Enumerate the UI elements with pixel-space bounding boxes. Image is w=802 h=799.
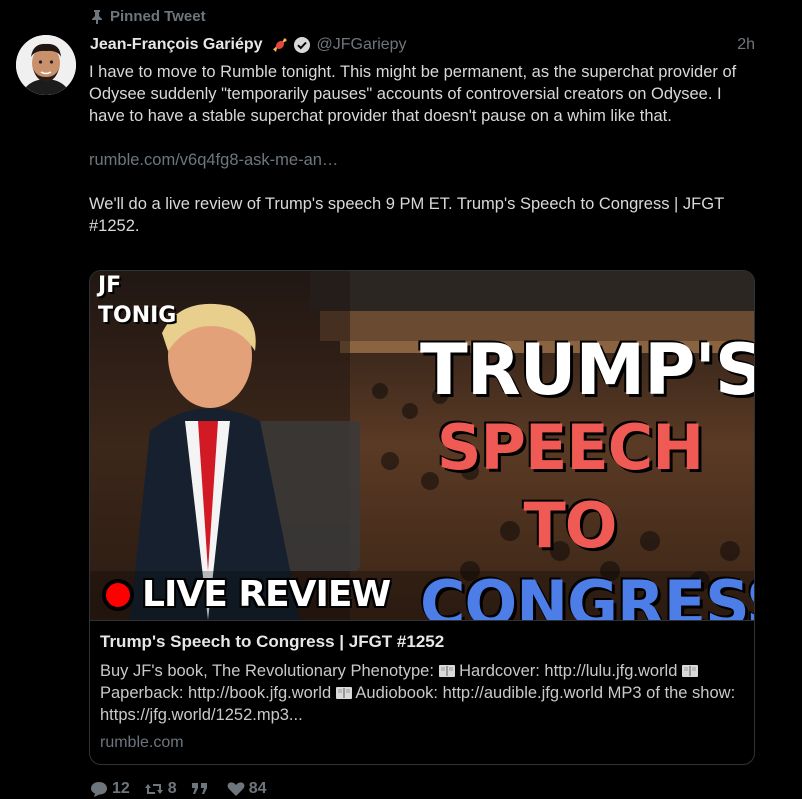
link-preview-card[interactable]: JF TONIG TRUMP'S SPEECH TO CONGRESS LIVE… xyxy=(89,270,755,765)
thumbnail-corner-logo: JF TONIG xyxy=(98,271,176,331)
tweet-body: I have to move to Rumble tonight. This m… xyxy=(89,61,739,237)
tweet-paragraph-2: We'll do a live review of Trump's speech… xyxy=(89,195,724,235)
card-desc-part-1: Buy JF's book, The Revolutionary Phenoty… xyxy=(100,662,434,680)
pinned-label: Pinned Tweet xyxy=(110,8,206,25)
thumbnail-title-line-3: CONGRESS xyxy=(420,567,754,620)
book-icon xyxy=(335,687,352,699)
avatar-image xyxy=(16,35,76,95)
card-domain: rumble.com xyxy=(100,734,184,751)
tweet[interactable]: Pinned Tweet Jean-François Gariépy @JFGa… xyxy=(0,0,802,799)
verified-check-icon xyxy=(293,37,310,53)
card-thumbnail[interactable]: JF TONIG TRUMP'S SPEECH TO CONGRESS LIVE… xyxy=(90,271,754,620)
retweet-count: 8 xyxy=(167,780,177,797)
corner-logo-line-2: TONIG xyxy=(98,303,177,328)
card-title[interactable]: Trump's Speech to Congress | JFGT #1252 xyxy=(100,631,744,653)
tweet-paragraph-1: I have to move to Rumble tonight. This m… xyxy=(89,63,737,125)
card-desc-part-2: Hardcover: http://lulu.jfg.world xyxy=(459,662,678,680)
card-description: Buy JF's book, The Revolutionary Phenoty… xyxy=(100,660,744,726)
retweet-button[interactable]: 8 xyxy=(144,780,177,798)
thumbnail-title: TRUMP'S SPEECH TO CONGRESS xyxy=(420,329,754,620)
reply-bubble-icon xyxy=(91,782,107,797)
pin-icon xyxy=(92,9,102,24)
author-name[interactable]: Jean-François Gariépy xyxy=(90,36,263,54)
live-dot-icon xyxy=(102,578,134,611)
candy-icon xyxy=(272,38,287,52)
card-info[interactable]: Trump's Speech to Congress | JFGT #1252 … xyxy=(90,620,754,764)
book-icon xyxy=(682,665,698,677)
book-icon xyxy=(438,665,455,677)
like-button[interactable]: 84 xyxy=(227,780,267,798)
thumbnail-title-line-2: SPEECH TO xyxy=(436,411,704,562)
tweet-timestamp[interactable]: 2h xyxy=(737,36,755,54)
live-review-badge: LIVE REVIEW xyxy=(102,574,391,615)
card-desc-part-3: Paperback: http://book.jfg.world xyxy=(100,684,332,702)
reply-button[interactable]: 12 xyxy=(90,780,130,798)
quote-icon xyxy=(191,783,207,794)
quote-button[interactable] xyxy=(191,782,213,796)
pinned-label-row: Pinned Tweet xyxy=(90,8,206,25)
reply-count: 12 xyxy=(112,780,130,797)
like-count: 84 xyxy=(248,780,267,797)
tweet-actions: 12 8 84 xyxy=(90,780,281,798)
thumbnail-title-line-1: TRUMP'S xyxy=(420,329,754,411)
corner-logo-line-1: JF xyxy=(98,273,122,298)
author-handle[interactable]: @JFGariepy xyxy=(317,36,407,54)
tweet-link[interactable]: rumble.com/v6q4fg8-ask-me-an… xyxy=(89,151,338,169)
avatar[interactable] xyxy=(16,35,76,95)
heart-icon xyxy=(227,782,245,796)
live-review-text: LIVE REVIEW xyxy=(142,574,391,615)
tweet-header: Jean-François Gariépy @JFGariepy 2h xyxy=(90,34,755,56)
retweet-icon xyxy=(144,784,163,794)
